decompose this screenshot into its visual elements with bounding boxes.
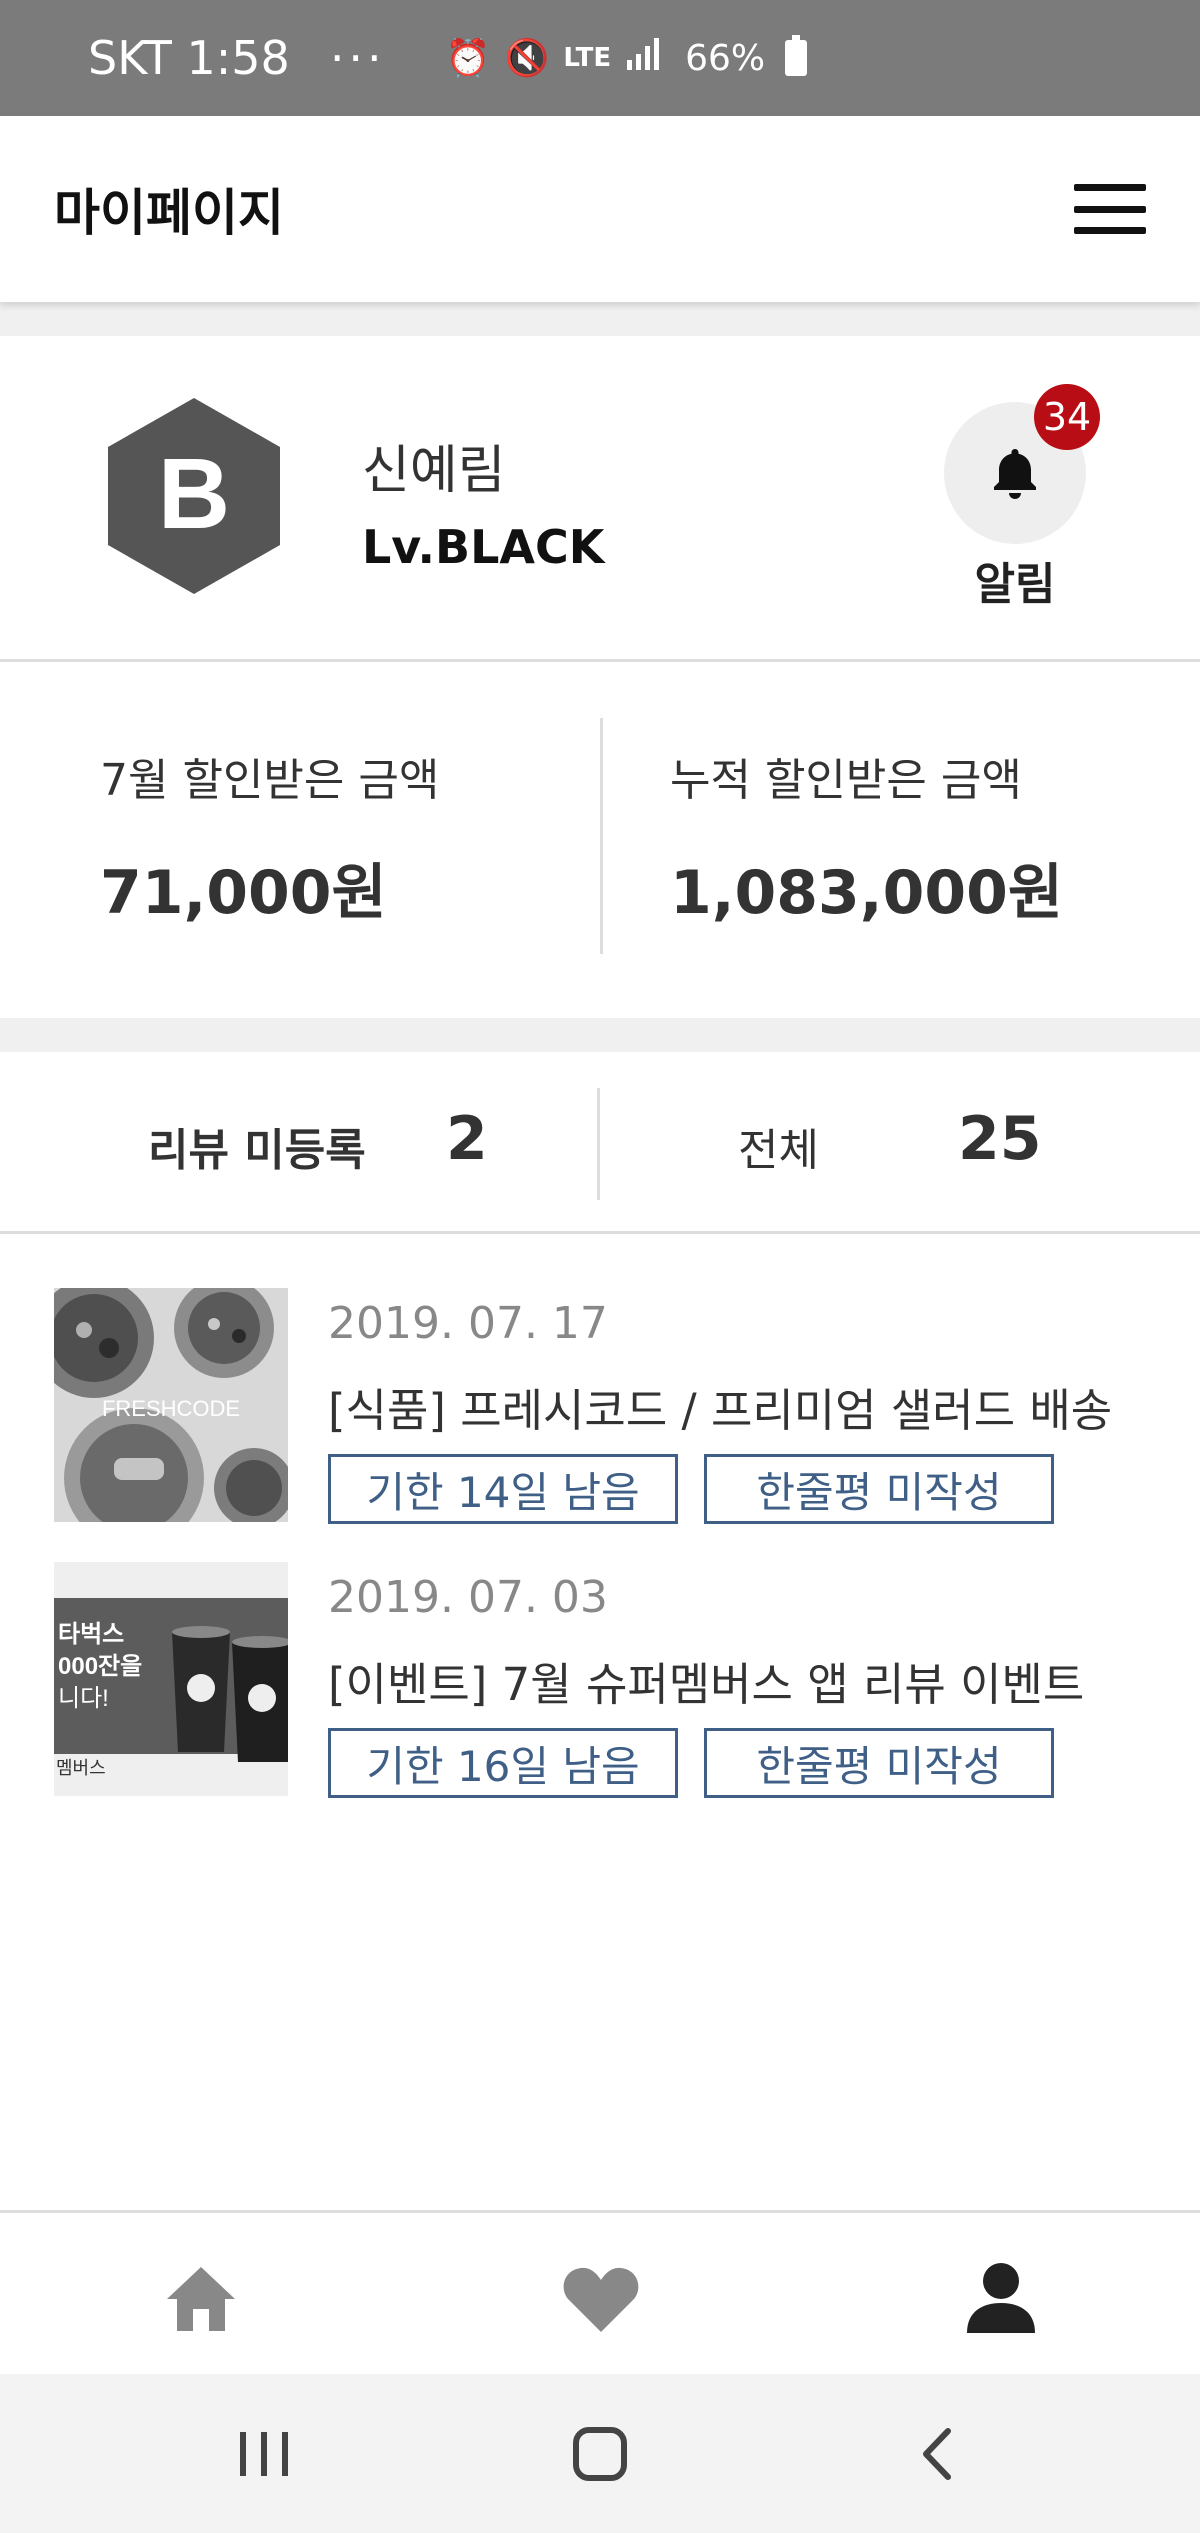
thumb-brand-text: FRESHCODE [102, 1396, 240, 1421]
thumb-footer-text: 멤버스 [56, 1758, 106, 1778]
home-button-icon[interactable] [560, 2414, 640, 2494]
all-reviews-tab[interactable]: 전체 [738, 1114, 819, 1178]
pending-reviews-count: 2 [446, 1104, 488, 1174]
vertical-divider [600, 718, 603, 954]
review-title: [이벤트] 7월 슈퍼멤버스 앱 리뷰 이벤트 [328, 1658, 1085, 1711]
thumb-text-line: 타벅스 [58, 1621, 124, 1648]
notification-label[interactable]: 알림 [944, 548, 1086, 612]
monthly-savings-value: 71,000원 [100, 858, 387, 928]
savings-section: 7월 할인받은 금액 71,000원 누적 할인받은 금액 1,083,000원 [0, 662, 1200, 1018]
review-summary: 리뷰 미등록 2 전체 25 [0, 1052, 1200, 1234]
level-badge-icon: B [106, 396, 282, 596]
system-navigation [0, 2374, 1200, 2533]
network-label: LTE [563, 43, 612, 73]
profile-section: B 신예림 Lv.BLACK 34 알림 [0, 336, 1200, 662]
bell-icon [994, 449, 1036, 499]
thumb-text-line: 000잔을 [58, 1653, 142, 1680]
battery-percent: 66% [685, 37, 766, 79]
write-review-button[interactable]: 한줄평 미작성 [704, 1454, 1054, 1524]
section-divider [0, 302, 1200, 336]
vibrate-icon: 🔇 [504, 38, 550, 79]
total-savings-value: 1,083,000원 [670, 858, 1064, 928]
battery-icon [785, 35, 808, 76]
back-icon[interactable] [896, 2414, 976, 2494]
monthly-savings-label: 7월 할인받은 금액 [100, 755, 440, 806]
app-header: 마이페이지 [0, 116, 1200, 302]
user-level: Lv.BLACK [362, 520, 605, 574]
vertical-divider [597, 1088, 600, 1200]
deadline-tag: 기한 16일 남음 [328, 1728, 678, 1798]
coffee-thumbnail: 타벅스 000잔을 니다! 멤버스 [54, 1562, 288, 1796]
carrier-time: SKT 1:58 [88, 31, 290, 85]
salad-thumbnail: FRESHCODE [54, 1288, 288, 1522]
heart-icon[interactable] [556, 2253, 646, 2343]
bottom-navigation [0, 2210, 1200, 2374]
total-savings-label: 누적 할인받은 금액 [670, 755, 1022, 806]
pending-reviews-tab[interactable]: 리뷰 미등록 [148, 1114, 366, 1178]
section-divider [0, 1018, 1200, 1052]
deadline-tag: 기한 14일 남음 [328, 1454, 678, 1524]
person-icon[interactable] [956, 2253, 1046, 2343]
review-date: 2019. 07. 17 [328, 1298, 608, 1349]
review-date: 2019. 07. 03 [328, 1572, 608, 1623]
review-list-item[interactable]: 타벅스 000잔을 니다! 멤버스 2019. 07. 03 [이벤트] 7월 … [0, 1562, 1200, 1802]
user-name: 신예림 [362, 441, 506, 501]
all-reviews-count: 25 [958, 1104, 1042, 1174]
signal-icon [625, 36, 665, 81]
menu-icon[interactable] [1074, 184, 1146, 234]
page-title: 마이페이지 [54, 184, 284, 242]
home-icon[interactable] [156, 2253, 246, 2343]
notification-count-badge: 34 [1034, 384, 1100, 450]
review-list-item[interactable]: FRESHCODE 2019. 07. 17 [식품] 프레시코드 / 프리미엄… [0, 1288, 1200, 1528]
status-icons: ⏰ 🔇 LTE 66% [445, 35, 808, 81]
alarm-icon: ⏰ [445, 38, 491, 79]
write-review-button[interactable]: 한줄평 미작성 [704, 1728, 1054, 1798]
status-bar: SKT 1:58 ··· ⏰ 🔇 LTE 66% [0, 0, 1200, 116]
more-notifications-icon: ··· [329, 31, 386, 85]
recent-apps-icon[interactable] [224, 2414, 304, 2494]
thumb-text-line: 니다! [58, 1685, 109, 1712]
review-title: [식품] 프레시코드 / 프리미엄 샐러드 배송 [328, 1384, 1113, 1437]
badge-letter: B [158, 438, 230, 550]
